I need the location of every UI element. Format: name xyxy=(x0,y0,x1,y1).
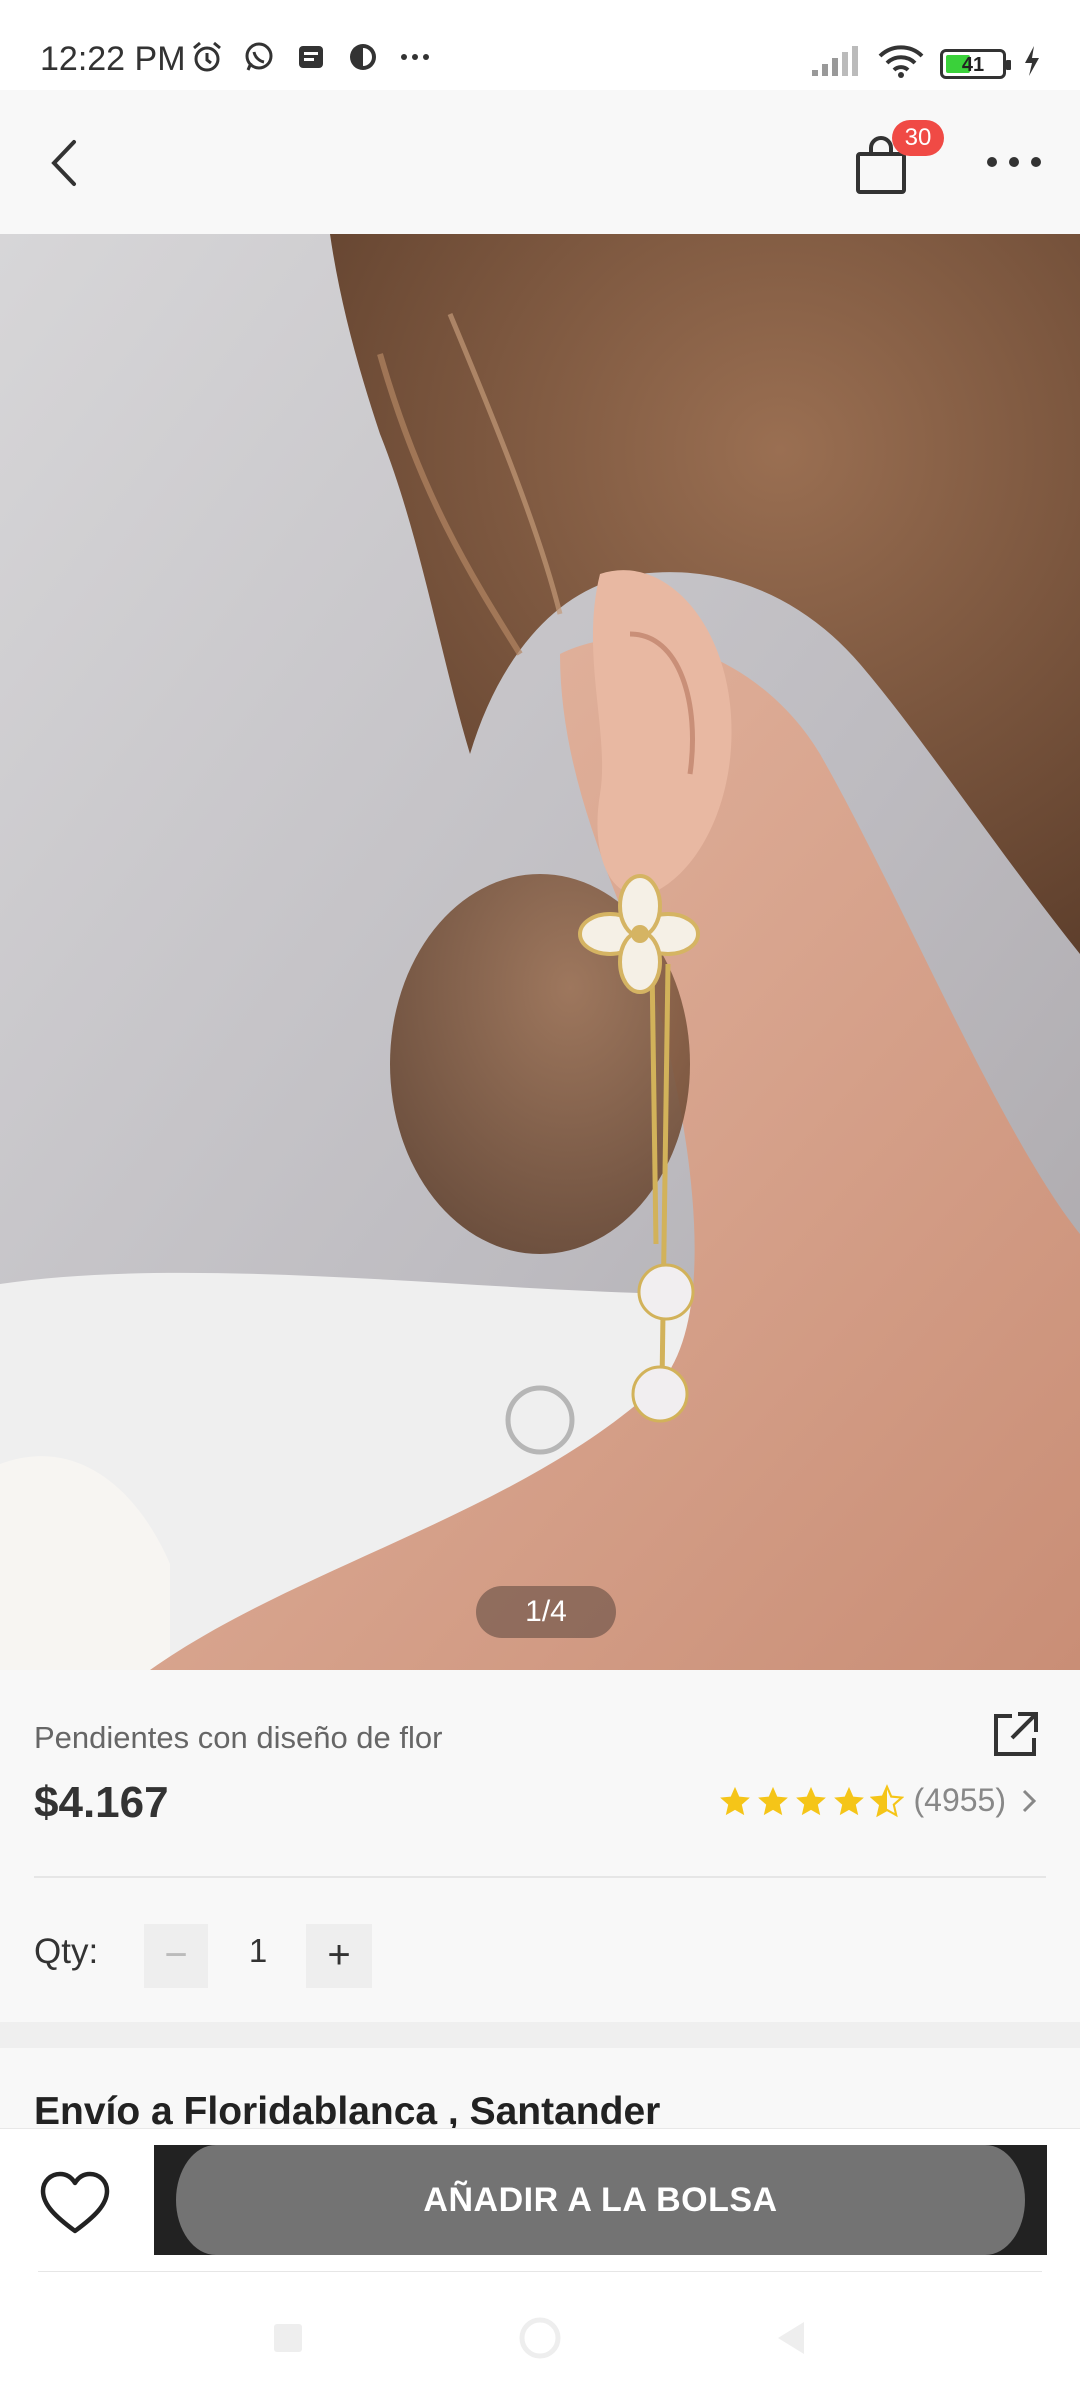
triangle-back-icon xyxy=(778,2322,804,2354)
add-to-bag-label: AÑADIR A LA BOLSA xyxy=(423,2181,778,2219)
whatsapp-icon xyxy=(242,40,276,74)
product-name: Pendientes con diseño de flor xyxy=(34,1720,443,1755)
product-price: $4.167 xyxy=(34,1778,169,1827)
charging-icon xyxy=(1022,44,1042,83)
product-image-gallery[interactable] xyxy=(0,234,1080,1670)
system-navigation-bar xyxy=(0,2272,1080,2400)
star-icon xyxy=(795,1786,826,1815)
status-notification-icons xyxy=(190,40,432,74)
message-icon xyxy=(294,40,328,74)
rating-count: (4955) xyxy=(913,1782,1007,1818)
star-icon xyxy=(833,1786,864,1815)
battery-icon: 41 xyxy=(940,48,1011,79)
signal-icon xyxy=(810,44,862,83)
alarm-icon xyxy=(190,40,224,74)
star-half-icon xyxy=(869,1783,904,1817)
bottom-action-bar: AÑADIR A LA BOLSA xyxy=(0,2128,1080,2273)
circle-icon xyxy=(519,2317,561,2359)
star-icon xyxy=(719,1786,750,1815)
square-icon xyxy=(274,2324,302,2352)
status-time: 12:22 PM xyxy=(40,40,186,78)
quantity-label: Qty: xyxy=(34,1932,99,1971)
quantity-increase-button[interactable]: + xyxy=(306,1924,372,1988)
heart-icon xyxy=(40,2171,110,2234)
wishlist-button[interactable] xyxy=(38,2171,112,2237)
app-icon xyxy=(346,40,380,74)
product-photo xyxy=(0,234,1080,1670)
more-options-button[interactable] xyxy=(984,142,1044,182)
more-horizontal-icon xyxy=(987,157,1041,167)
shipping-section[interactable]: Envío a Floridablanca , Santander xyxy=(0,2048,1080,2128)
section-separator xyxy=(0,2022,1080,2048)
star-icon xyxy=(757,1786,788,1815)
bag-count-badge: 30 xyxy=(892,120,944,156)
battery-level: 41 xyxy=(961,53,985,76)
back-nav-button[interactable] xyxy=(770,2316,814,2360)
wifi-icon xyxy=(878,44,924,83)
status-bar: 12:22 PM 41 xyxy=(0,0,1080,90)
top-navigation-bar: 30 xyxy=(0,90,1080,234)
more-dots-icon xyxy=(398,40,432,74)
quantity-value[interactable]: 1 xyxy=(228,1932,288,1970)
image-counter: 1/4 xyxy=(476,1586,616,1638)
quantity-decrease-button[interactable]: − xyxy=(144,1924,208,1988)
add-to-bag-button[interactable]: AÑADIR A LA BOLSA xyxy=(154,2145,1047,2255)
shipping-destination: Envío a Floridablanca , Santander xyxy=(34,2090,661,2128)
share-external-icon xyxy=(994,1712,1038,1756)
chevron-left-icon xyxy=(51,140,76,186)
product-info: Pendientes con diseño de flor $4.167 (49… xyxy=(0,1670,1080,2022)
back-button[interactable] xyxy=(40,136,94,190)
home-button[interactable] xyxy=(518,2316,562,2360)
share-button[interactable] xyxy=(990,1710,1040,1760)
recent-apps-button[interactable] xyxy=(266,2316,310,2360)
chevron-right-icon xyxy=(1022,1789,1037,1812)
status-system-icons: 41 xyxy=(810,44,1042,83)
rating-summary[interactable]: (4955) xyxy=(718,1782,1043,1819)
divider xyxy=(34,1876,1046,1878)
